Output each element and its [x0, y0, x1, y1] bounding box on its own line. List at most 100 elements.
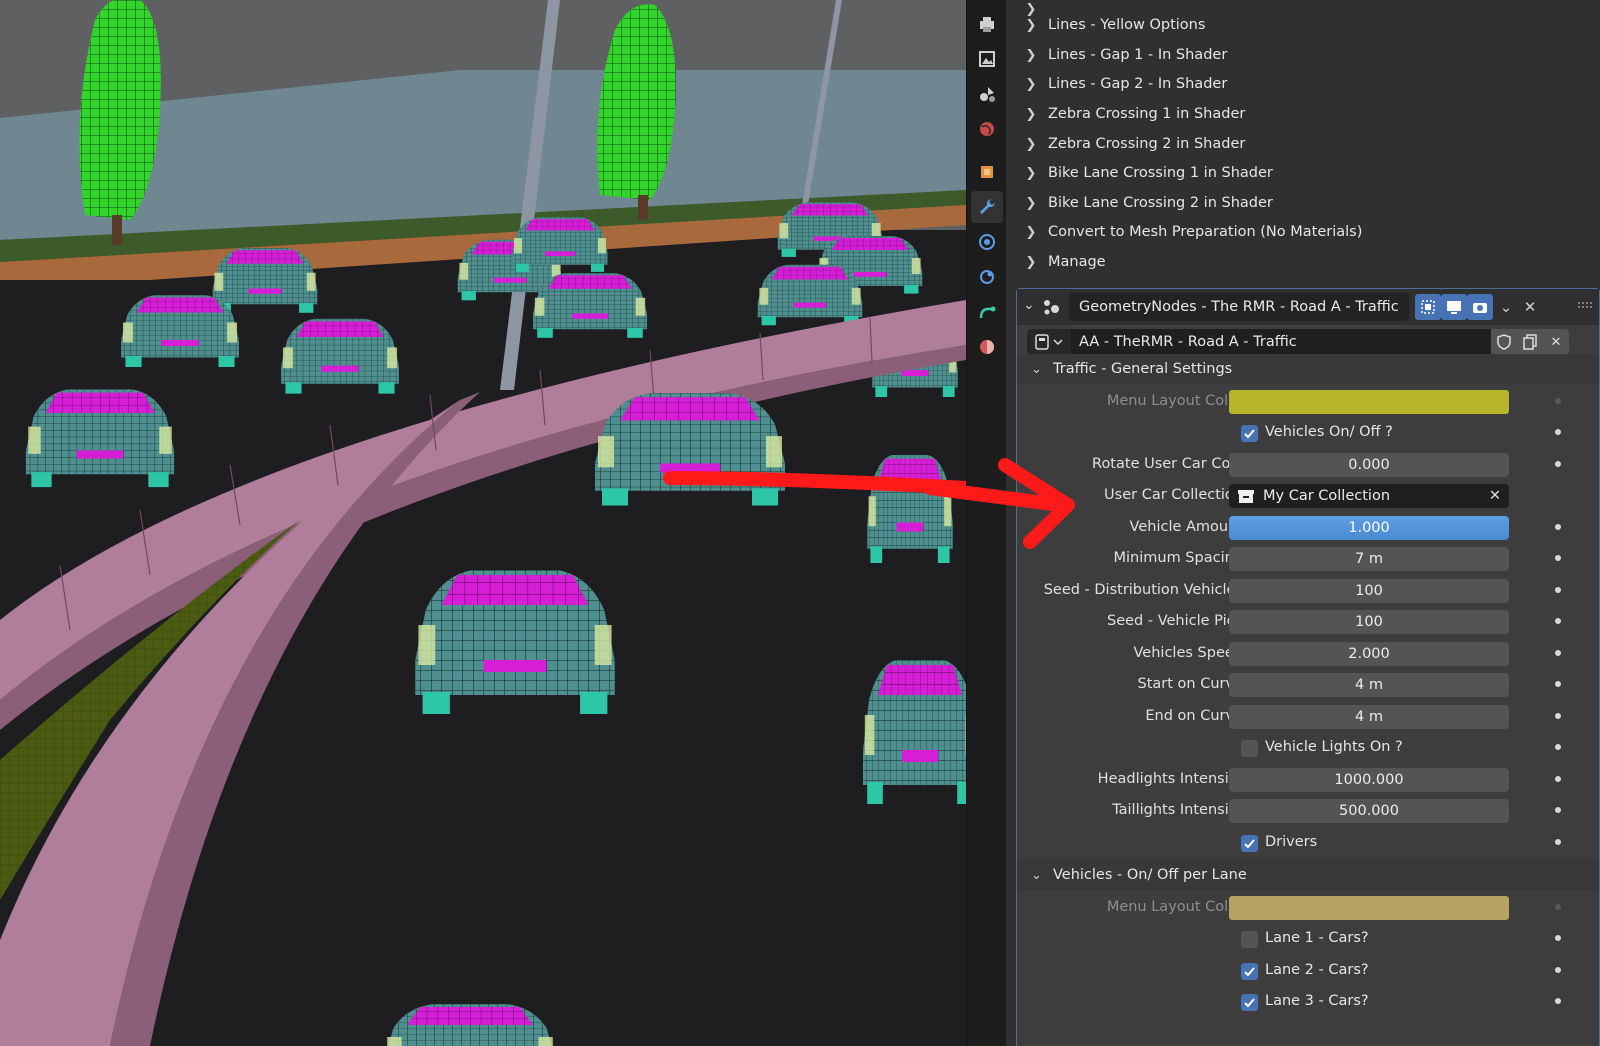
keyframe-dot[interactable]	[1555, 587, 1561, 593]
viewport-display-toggle[interactable]	[1441, 294, 1467, 320]
camera-icon	[1473, 303, 1487, 313]
keyframe-dot[interactable]	[1555, 461, 1561, 467]
properties-tabs	[966, 0, 1007, 1046]
particles-icon	[979, 234, 995, 250]
subpanel-lines-gap-1[interactable]: ❯ Lines - Gap 1 - In Shader	[1022, 40, 1228, 70]
seed-distribution-field[interactable]: 100	[1229, 579, 1509, 603]
section-vehicles-per-lane[interactable]: ⌄ Vehicles - On/ Off per Lane	[1017, 860, 1599, 890]
keyframe-dot[interactable]	[1555, 744, 1561, 750]
section-traffic-general[interactable]: ⌄ Traffic - General Settings	[1017, 354, 1599, 384]
drivers-checkbox[interactable]	[1241, 835, 1258, 852]
prop-rotate-user-car: Rotate User Car Coll. 0.000	[1017, 450, 1599, 481]
subpanel-lines-yellow[interactable]: ❯ Lines - Yellow Options	[1022, 10, 1206, 40]
lanes-menu-layout-color-swatch[interactable]	[1229, 896, 1509, 920]
prop-drivers: Drivers	[1017, 828, 1599, 859]
keyframe-dot[interactable]	[1555, 555, 1561, 561]
keyframe-dot[interactable]	[1555, 398, 1561, 404]
start-on-curve-field[interactable]: 4 m	[1229, 673, 1509, 697]
3d-viewport[interactable]	[0, 0, 966, 1046]
vehicle-lights-checkbox[interactable]	[1241, 740, 1258, 757]
lane-2-checkbox[interactable]	[1241, 963, 1258, 980]
object-tab[interactable]	[971, 156, 1003, 188]
properties-panel: ❯ ❯ Lines - Yellow Options ❯ Lines - Gap 1…	[1006, 0, 1600, 1046]
world-icon	[980, 122, 994, 136]
keyframe-dot[interactable]	[1555, 776, 1561, 782]
modifier-name-field[interactable]: GeometryNodes - The RMR - Road A - Traff…	[1069, 293, 1409, 321]
duplicate-node-group-button[interactable]	[1517, 329, 1543, 355]
modifier-tab[interactable]	[971, 191, 1003, 223]
chevron-right-icon: ❯	[1025, 17, 1037, 33]
chevron-down-icon: ⌄	[1031, 867, 1042, 883]
keyframe-dot[interactable]	[1555, 807, 1561, 813]
minimum-spacing-field[interactable]: 7 m	[1229, 547, 1509, 571]
world-tab[interactable]	[971, 113, 1003, 145]
keyframe-dot[interactable]	[1555, 904, 1561, 910]
prop-user-car-collection: User Car Collection My Car Collection ✕	[1017, 481, 1599, 512]
physics-tab[interactable]	[971, 261, 1003, 293]
output-tab[interactable]	[971, 43, 1003, 75]
end-on-curve-field[interactable]: 4 m	[1229, 705, 1509, 729]
subpanel-zebra-1[interactable]: ❯ Zebra Crossing 1 in Shader	[1022, 99, 1246, 129]
edit-mode-toggle[interactable]	[1415, 294, 1441, 320]
prop-lane-3: Lane 3 - Cars?	[1017, 987, 1599, 1018]
chevron-down-icon[interactable]: ⌄	[1023, 297, 1039, 317]
prop-lane-2: Lane 2 - Cars?	[1017, 956, 1599, 987]
vehicle-amount-slider[interactable]: 1.000	[1229, 516, 1509, 540]
constraints-tab[interactable]	[971, 296, 1003, 328]
rotate-user-car-field[interactable]: 0.000	[1229, 453, 1509, 477]
seed-pick-field[interactable]: 100	[1229, 610, 1509, 634]
geometry-nodes-modifier: ⌄ GeometryNodes - The RMR - Road A - Tra…	[1016, 288, 1600, 1046]
chevron-down-icon: ⌄	[1499, 298, 1513, 316]
node-group-name-field[interactable]: AA - TheRMR - Road A - Traffic	[1071, 329, 1491, 355]
physics-icon	[980, 270, 994, 284]
chevron-right-icon: ❯	[1025, 136, 1037, 152]
prop-vehicles-speed: Vehicles Speed 2.000	[1017, 639, 1599, 670]
keyframe-dot[interactable]	[1555, 429, 1561, 435]
constraint-icon	[979, 306, 996, 319]
chevron-right-icon: ❯	[1025, 47, 1037, 63]
keyframe-dot[interactable]	[1555, 998, 1561, 1004]
unlink-node-group-button[interactable]: ✕	[1543, 329, 1569, 355]
subpanel-zebra-2[interactable]: ❯ Zebra Crossing 2 in Shader	[1022, 129, 1246, 159]
subpanel-manage[interactable]: ❯ Manage	[1022, 247, 1106, 277]
chevron-right-icon: ❯	[1025, 165, 1037, 181]
checkmark-icon	[1244, 839, 1255, 849]
render-toggle[interactable]	[1467, 294, 1493, 320]
keyframe-dot[interactable]	[1555, 967, 1561, 973]
keyframe-dot[interactable]	[1555, 524, 1561, 530]
particles-tab[interactable]	[971, 226, 1003, 258]
modifier-menu-dropdown[interactable]: ⌄	[1495, 295, 1517, 319]
keyframe-dot[interactable]	[1555, 935, 1561, 941]
subpanel-lines-gap-2[interactable]: ❯ Lines - Gap 2 - In Shader	[1022, 69, 1228, 99]
lane-1-checkbox[interactable]	[1241, 931, 1258, 948]
prop-taillights-intensity: Taillights Intensity 500.000	[1017, 796, 1599, 827]
prop-vehicle-amount: Vehicle Amount 1.000	[1017, 513, 1599, 544]
subpanel-bike-1[interactable]: ❯ Bike Lane Crossing 1 in Shader	[1022, 158, 1273, 188]
keyframe-dot[interactable]	[1555, 681, 1561, 687]
node-tree-browse-button[interactable]	[1027, 329, 1071, 355]
vehicles-on-off-checkbox[interactable]	[1241, 425, 1258, 442]
render-tab[interactable]	[971, 8, 1003, 40]
keyframe-dot[interactable]	[1555, 650, 1561, 656]
menu-layout-color-swatch[interactable]	[1229, 390, 1509, 414]
vehicles-speed-field[interactable]: 2.000	[1229, 642, 1509, 666]
material-tab[interactable]	[971, 331, 1003, 363]
checkmark-icon	[1244, 429, 1255, 439]
scene-tab[interactable]	[971, 78, 1003, 110]
close-icon[interactable]: ✕	[1489, 484, 1501, 508]
user-car-collection-field[interactable]: My Car Collection ✕	[1229, 484, 1509, 508]
subpanel-bike-2[interactable]: ❯ Bike Lane Crossing 2 in Shader	[1022, 188, 1273, 218]
subpanel-convert-mesh[interactable]: ❯ Convert to Mesh Preparation (No Materia…	[1022, 217, 1363, 247]
keyframe-dot[interactable]	[1555, 839, 1561, 845]
fake-user-button[interactable]	[1491, 329, 1517, 355]
lane-3-checkbox[interactable]	[1241, 994, 1258, 1011]
keyframe-dot[interactable]	[1555, 713, 1561, 719]
keyframe-dot[interactable]	[1555, 618, 1561, 624]
printer-icon	[980, 17, 994, 32]
drag-grip-icon[interactable]	[1577, 301, 1593, 311]
prop-start-on-curve: Start on Curve 4 m	[1017, 670, 1599, 701]
prop-vehicles-on-off: Vehicles On/ Off ?	[1017, 418, 1599, 449]
remove-modifier-button[interactable]: ✕	[1519, 295, 1541, 319]
headlights-intensity-field[interactable]: 1000.000	[1229, 768, 1509, 792]
taillights-intensity-field[interactable]: 500.000	[1229, 799, 1509, 823]
